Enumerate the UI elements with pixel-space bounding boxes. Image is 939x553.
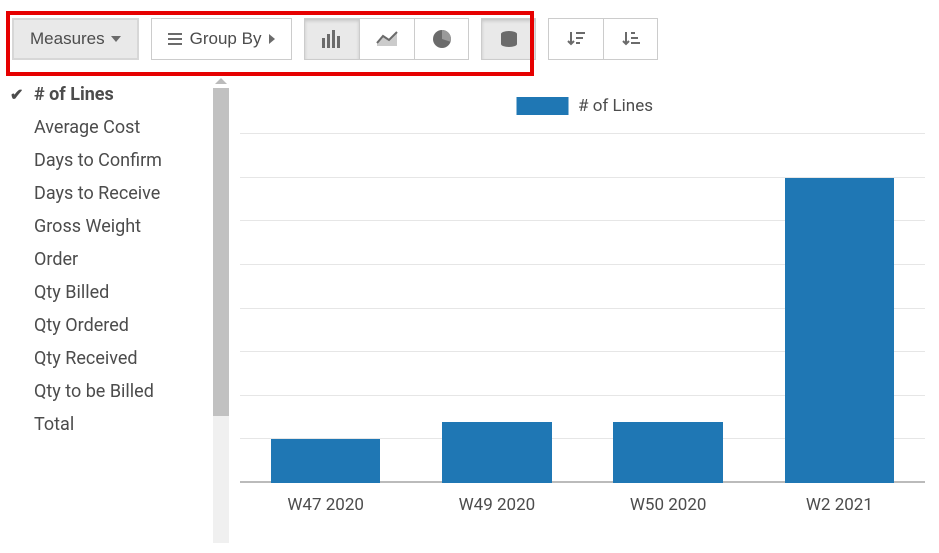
caret-right-icon xyxy=(269,34,275,44)
scroll-thumb[interactable] xyxy=(213,88,229,416)
grid-line xyxy=(240,133,925,134)
scrollbar[interactable] xyxy=(212,78,230,543)
stacked-button-group xyxy=(481,18,536,60)
bar xyxy=(785,178,895,483)
x-tick-label: W49 2020 xyxy=(459,495,536,515)
measures-item[interactable]: Total xyxy=(0,408,230,441)
pie-chart-icon xyxy=(432,29,452,49)
bar-chart-button[interactable] xyxy=(304,18,359,60)
sort-asc-icon xyxy=(622,31,640,47)
measures-button[interactable]: Measures xyxy=(12,18,139,60)
bar xyxy=(442,422,552,483)
sort-desc-button[interactable] xyxy=(548,18,603,60)
list-icon xyxy=(168,33,182,45)
legend-label: # of Lines xyxy=(578,96,653,116)
group-by-button[interactable]: Group By xyxy=(151,18,293,60)
database-icon xyxy=(500,31,518,47)
scroll-track xyxy=(213,88,229,543)
measures-label: Measures xyxy=(30,29,105,49)
scroll-up-icon xyxy=(215,78,227,84)
pie-chart-button[interactable] xyxy=(414,18,469,60)
bar xyxy=(271,439,381,483)
measures-list: # of LinesAverage CostDays to ConfirmDay… xyxy=(0,78,230,441)
measures-item[interactable]: Average Cost xyxy=(0,111,230,144)
measures-item[interactable]: # of Lines xyxy=(0,78,230,111)
x-axis-labels: W47 2020 W49 2020 W50 2020 W2 2021 xyxy=(240,495,925,523)
caret-down-icon xyxy=(111,36,121,42)
x-tick-label: W47 2020 xyxy=(287,495,364,515)
measures-item[interactable]: Qty Ordered xyxy=(0,309,230,342)
measures-item[interactable]: Qty to be Billed xyxy=(0,375,230,408)
measures-item[interactable]: Days to Receive xyxy=(0,177,230,210)
bar xyxy=(613,422,723,483)
measures-item[interactable]: Days to Confirm xyxy=(0,144,230,177)
legend-swatch xyxy=(516,97,568,115)
chart-legend: # of Lines xyxy=(516,96,653,116)
line-chart-icon xyxy=(376,31,398,47)
x-tick-label: W50 2020 xyxy=(630,495,707,515)
chart-plot xyxy=(240,134,925,483)
bar-chart-icon xyxy=(322,30,342,48)
stacked-button[interactable] xyxy=(481,18,536,60)
group-by-label: Group By xyxy=(190,29,262,49)
content: # of LinesAverage CostDays to ConfirmDay… xyxy=(0,78,939,543)
sort-button-group xyxy=(548,18,658,60)
measures-dropdown: # of LinesAverage CostDays to ConfirmDay… xyxy=(0,78,230,543)
line-chart-button[interactable] xyxy=(359,18,414,60)
measures-item[interactable]: Qty Billed xyxy=(0,276,230,309)
chart-area: # of Lines W47 2020 W49 2020 W50 2020 W2 20… xyxy=(230,78,939,543)
measures-item[interactable]: Order xyxy=(0,243,230,276)
x-tick-label: W2 2021 xyxy=(806,495,873,515)
sort-asc-button[interactable] xyxy=(603,18,658,60)
sort-desc-icon xyxy=(567,31,585,47)
chart-type-group xyxy=(304,18,469,60)
measures-item[interactable]: Gross Weight xyxy=(0,210,230,243)
measures-item[interactable]: Qty Received xyxy=(0,342,230,375)
toolbar: Measures Group By xyxy=(0,0,939,78)
